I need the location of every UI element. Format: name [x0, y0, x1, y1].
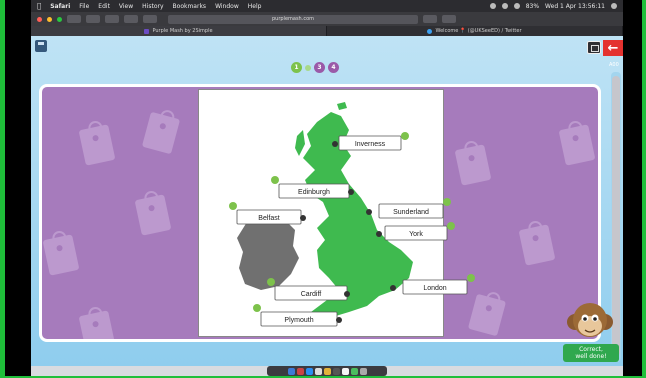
label-plymouth[interactable]: Plymouth: [253, 304, 342, 327]
battery-percent[interactable]: 83%: [526, 3, 539, 10]
bluetooth-icon[interactable]: [501, 3, 508, 9]
purple-mash-favicon-icon: [144, 28, 150, 34]
menu-app-name[interactable]: Safari: [50, 3, 70, 10]
location-pin-icon: [348, 189, 354, 195]
activity-progress: 1 3 4: [291, 62, 339, 73]
label-belfast[interactable]: Belfast: [229, 202, 306, 225]
reload-button[interactable]: [423, 15, 437, 23]
menu-bookmarks[interactable]: Bookmarks: [173, 3, 207, 10]
browser-tabbar: Purple Mash by 2Simple Welcome 📍 (@UKSee…: [31, 26, 623, 36]
label-cardiff[interactable]: Cardiff: [267, 278, 350, 301]
mac-dock: [267, 366, 387, 376]
tab-title: Welcome 📍 (@UKSeeED) / Twitter: [435, 28, 522, 34]
progress-step-3[interactable]: 3: [314, 62, 325, 73]
share-button[interactable]: [124, 15, 138, 23]
menu-edit[interactable]: Edit: [98, 3, 110, 10]
tab-twitter[interactable]: Welcome 📍 (@UKSeeED) / Twitter: [327, 26, 623, 36]
check-icon: [253, 304, 261, 312]
calendar-icon[interactable]: [341, 367, 349, 375]
label-cardiff-text: Cardiff: [301, 291, 322, 298]
launchpad-icon[interactable]: [296, 367, 304, 375]
wifi-icon[interactable]: [489, 3, 496, 9]
back-nav-button[interactable]: [86, 15, 100, 23]
feedback-message: Correct, well done!: [563, 344, 619, 362]
check-icon: [447, 222, 455, 230]
label-york[interactable]: York: [376, 222, 455, 241]
menu-help[interactable]: Help: [248, 3, 262, 10]
label-edinburgh-text: Edinburgh: [298, 189, 330, 196]
location-pin-icon: [376, 231, 382, 237]
menu-history[interactable]: History: [142, 3, 163, 10]
label-inverness[interactable]: Inverness: [332, 132, 409, 151]
feedback-line-1: Correct,: [579, 346, 603, 353]
progress-step-4[interactable]: 4: [328, 62, 339, 73]
label-sunderland[interactable]: Sunderland: [366, 198, 451, 219]
mac-menubar:  Safari File Edit View History Bookmark…: [31, 0, 623, 12]
location-pin-icon: [332, 141, 338, 147]
notes-icon[interactable]: [323, 367, 331, 375]
close-window-icon[interactable]: [37, 16, 42, 22]
browser-toolbar: purplemash.com: [31, 12, 623, 26]
location-pin-icon: [344, 291, 350, 297]
clock[interactable]: Wed 1 Apr 13:56:11: [545, 3, 605, 10]
sidebar-button[interactable]: [67, 15, 81, 23]
location-pin-icon: [366, 209, 372, 215]
check-icon: [443, 198, 451, 206]
minimize-window-icon[interactable]: [47, 16, 52, 22]
tab-purple-mash[interactable]: Purple Mash by 2Simple: [31, 26, 327, 36]
label-york-text: York: [409, 231, 423, 238]
twitter-favicon-icon: [427, 28, 433, 34]
messages-icon[interactable]: [350, 367, 358, 375]
screen:  Safari File Edit View History Bookmark…: [31, 0, 623, 376]
check-icon: [401, 132, 409, 140]
zoom-window-icon[interactable]: [57, 16, 62, 22]
label-london-text: London: [423, 285, 446, 292]
label-edinburgh[interactable]: Edinburgh: [271, 176, 354, 199]
tab-title: Purple Mash by 2Simple: [152, 28, 213, 34]
check-icon: [271, 176, 279, 184]
floppy-disk-icon[interactable]: [35, 40, 47, 52]
menu-file[interactable]: File: [79, 3, 89, 10]
label-sunderland-text: Sunderland: [393, 209, 429, 216]
screen-frame:  Safari File Edit View History Bookmark…: [0, 0, 646, 378]
progress-step-2[interactable]: [305, 64, 311, 71]
menu-window[interactable]: Window: [215, 3, 239, 10]
forward-nav-button[interactable]: [105, 15, 119, 23]
labels-layer: Inverness Edinburgh Sunderland Belfast Y…: [229, 132, 475, 327]
label-plymouth-text: Plymouth: [284, 317, 313, 324]
menu-view[interactable]: View: [119, 3, 133, 10]
feedback-line-2: well done!: [575, 353, 607, 360]
trash-icon[interactable]: [359, 367, 367, 375]
location-pin-icon: [390, 285, 396, 291]
finder-icon[interactable]: [287, 367, 295, 375]
volume-icon[interactable]: [513, 3, 520, 9]
print-icon[interactable]: [587, 41, 601, 54]
progress-step-1[interactable]: 1: [291, 62, 302, 73]
new-tab-button[interactable]: [442, 15, 456, 23]
extension-button[interactable]: [143, 15, 157, 23]
location-pin-icon: [336, 317, 342, 323]
status-area: 83% Wed 1 Apr 13:56:11: [489, 3, 617, 10]
location-pin-icon: [300, 215, 306, 221]
back-arrow-icon[interactable]: ←: [603, 40, 623, 56]
address-bar[interactable]: purplemash.com: [168, 14, 418, 24]
label-inverness-text: Inverness: [355, 141, 386, 148]
spotlight-icon[interactable]: [611, 3, 617, 9]
check-icon: [229, 202, 237, 210]
label-belfast-text: Belfast: [258, 215, 279, 222]
label-london[interactable]: London: [390, 274, 475, 295]
check-icon: [467, 274, 475, 282]
mail-icon[interactable]: [314, 367, 322, 375]
check-icon: [267, 278, 275, 286]
safari-icon[interactable]: [305, 367, 313, 375]
apple-icon[interactable]: : [37, 2, 41, 10]
purple-mash-app: 1 3 4 ← A00 Inverness Edinburgh Sunderla…: [31, 36, 623, 366]
corner-label: A00: [609, 62, 619, 68]
settings-icon[interactable]: [332, 367, 340, 375]
